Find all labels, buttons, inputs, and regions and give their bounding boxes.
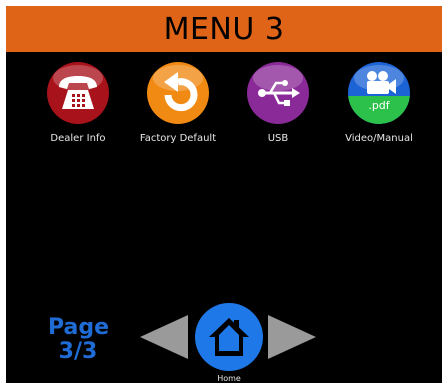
video-manual-button[interactable]: .pdf Video/Manual: [331, 62, 427, 144]
dealer-info-button[interactable]: Dealer Info: [30, 62, 126, 144]
left-arrow-icon[interactable]: [140, 315, 190, 359]
right-arrow-icon[interactable]: [268, 315, 318, 359]
page-title: MENU 3: [163, 11, 285, 47]
pdf-badge: .pdf: [368, 99, 390, 112]
page-indicator: Page 3/3: [48, 315, 110, 364]
video-manual-label: Video/Manual: [345, 133, 413, 144]
house-icon: [209, 318, 249, 356]
usb-icon: [247, 62, 309, 124]
usb-button[interactable]: USB: [230, 62, 326, 144]
title-bar: MENU 3: [6, 6, 442, 52]
factory-default-label: Factory Default: [139, 133, 217, 144]
page-number: 3/3: [58, 339, 98, 364]
factory-default-button[interactable]: Factory Default: [130, 62, 226, 144]
home-button[interactable]: [195, 303, 263, 371]
undo-arrow-icon: [147, 62, 209, 124]
video-camera-icon: .pdf: [348, 62, 410, 124]
menu-screen: MENU 3 Dealer Info Factory Default USB .…: [6, 6, 442, 383]
telephone-icon: [47, 62, 109, 124]
page-word: Page: [48, 315, 110, 340]
window-frame: MENU 3 Dealer Info Factory Default USB .…: [0, 0, 448, 383]
dealer-info-label: Dealer Info: [50, 133, 106, 144]
usb-label: USB: [267, 133, 289, 144]
home-label: Home: [217, 374, 241, 383]
